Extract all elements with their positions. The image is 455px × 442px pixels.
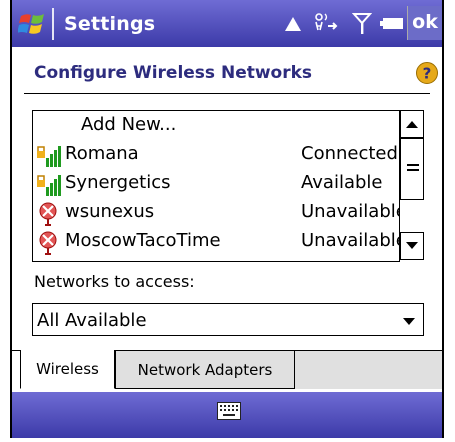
- network-unavailable-icon: [39, 231, 57, 255]
- keyboard-icon[interactable]: [217, 402, 241, 420]
- network-name: Romana: [65, 143, 139, 164]
- signal-triangle-icon[interactable]: [284, 10, 302, 36]
- network-name: Synergetics: [65, 172, 171, 193]
- page-title: Configure Wireless Networks: [34, 63, 313, 83]
- help-icon[interactable]: ?: [416, 62, 438, 84]
- list-item[interactable]: MoscowTacoTime Unavailable: [33, 227, 407, 256]
- title-separator: [52, 8, 54, 40]
- scroll-down-button[interactable]: [400, 232, 424, 260]
- wireless-connection-icon[interactable]: [312, 10, 340, 36]
- tab-bar: Wireless Network Adapters: [12, 350, 442, 391]
- list-item[interactable]: Romana Connected: [33, 140, 401, 169]
- signal-bars-icon: [37, 175, 61, 196]
- scroll-track[interactable]: [400, 138, 424, 234]
- thumb-grip: [407, 169, 419, 171]
- network-status: Unavailable: [301, 230, 407, 251]
- tab-network-adapters[interactable]: Network Adapters: [115, 350, 295, 389]
- network-status: Connected: [301, 143, 398, 164]
- app-title: Settings: [64, 13, 156, 35]
- antenna-signal-icon[interactable]: [352, 10, 372, 36]
- tab-wireless[interactable]: Wireless: [20, 350, 115, 389]
- scroll-up-button[interactable]: [400, 110, 424, 138]
- bottom-menu-bar: [12, 392, 442, 438]
- add-new-label: Add New...: [81, 114, 177, 135]
- network-status: Unavailable: [301, 201, 407, 222]
- title-bar: Settings ok: [12, 0, 442, 47]
- chevron-down-icon: [403, 318, 415, 325]
- scroll-thumb[interactable]: [400, 138, 424, 200]
- add-new-item[interactable]: Add New...: [33, 111, 401, 140]
- network-status: Available: [301, 172, 383, 193]
- thumb-grip: [407, 164, 419, 166]
- networks-to-access-select[interactable]: All Available: [32, 303, 424, 336]
- battery-icon[interactable]: [380, 10, 404, 36]
- app-window: Settings ok Configure Wireless Networks …: [10, 0, 444, 438]
- select-value: All Available: [37, 310, 147, 331]
- network-name: MoscowTacoTime: [65, 230, 221, 251]
- list-scrollbar[interactable]: [399, 110, 424, 262]
- network-name: wsunexus: [65, 201, 155, 222]
- network-unavailable-icon: [39, 202, 57, 226]
- networks-to-access-label: Networks to access:: [34, 272, 195, 291]
- ok-button[interactable]: ok: [407, 6, 442, 40]
- arrow-down-icon: [406, 242, 418, 249]
- header-divider: [24, 93, 430, 94]
- tab-bar-fill: [295, 351, 442, 389]
- list-item[interactable]: wsunexus Unavailable: [33, 198, 407, 227]
- signal-bars-icon: [37, 146, 61, 167]
- windows-logo-icon[interactable]: [18, 10, 48, 38]
- arrow-up-icon: [406, 121, 418, 128]
- svg-text:?: ?: [423, 65, 432, 83]
- list-item[interactable]: Synergetics Available: [33, 169, 401, 198]
- network-list[interactable]: Add New... Romana Connected Synergetics …: [32, 110, 424, 262]
